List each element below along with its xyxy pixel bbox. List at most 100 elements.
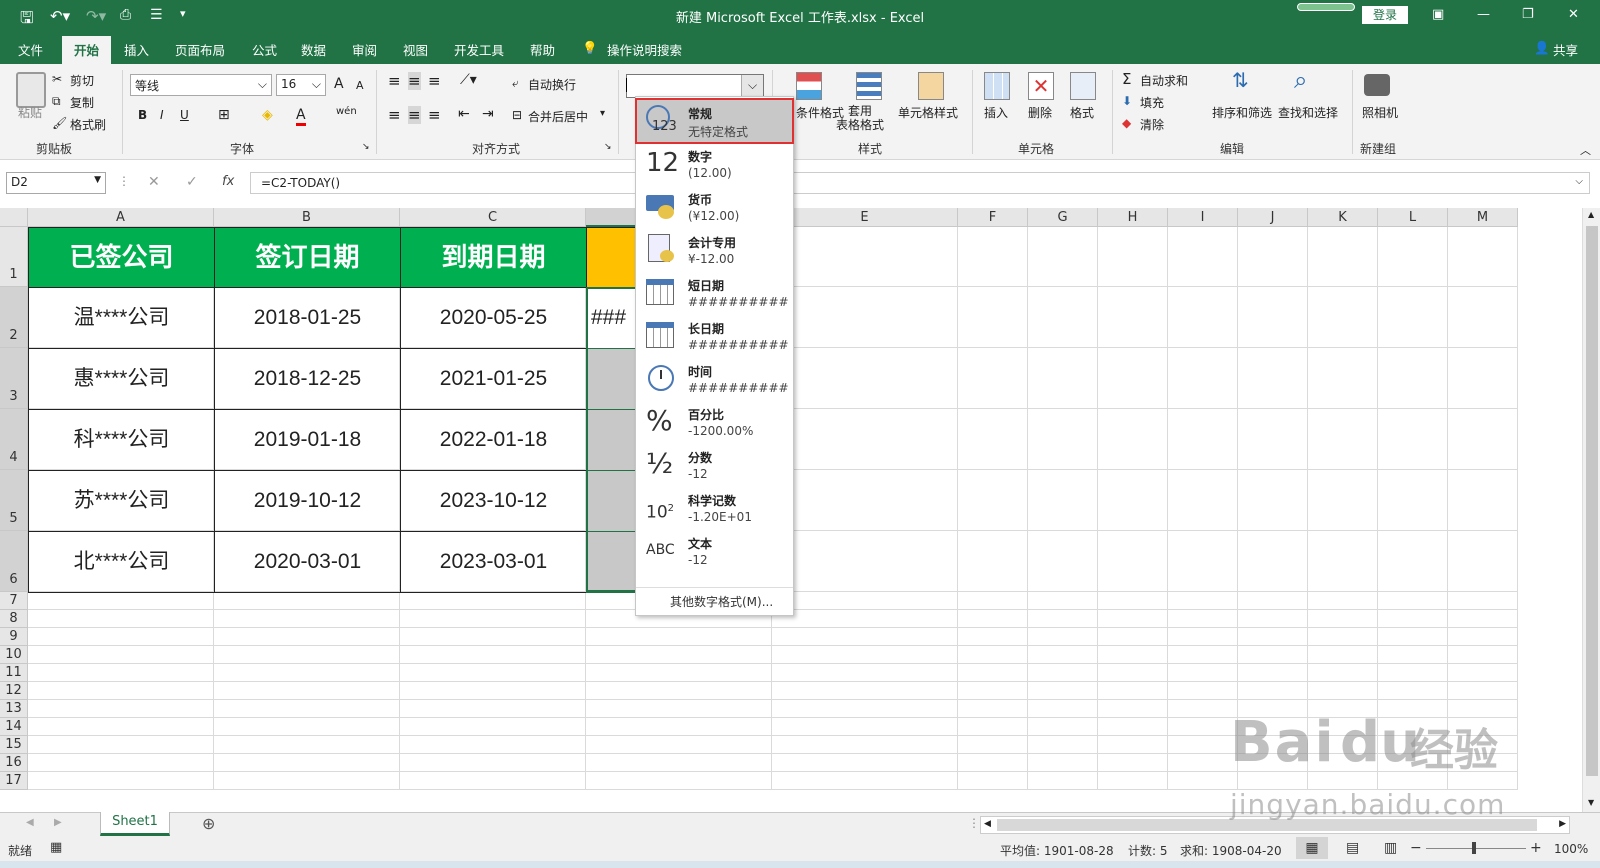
grid-cell[interactable]: [1378, 592, 1448, 610]
row-header-13[interactable]: 13: [0, 700, 28, 718]
grid-cell[interactable]: [772, 754, 958, 772]
grid-cell[interactable]: [1098, 592, 1168, 610]
camera-button[interactable]: 照相机: [1362, 104, 1398, 121]
clear-button[interactable]: 清除: [1140, 116, 1164, 133]
orientation-icon[interactable]: ⟋▾: [460, 72, 477, 88]
grid-cell[interactable]: [958, 754, 1028, 772]
font-size-dropdown[interactable]: 16 ⌵: [276, 74, 326, 96]
grid-cell[interactable]: [1238, 348, 1308, 409]
table-header-cell[interactable]: 到期日期: [400, 227, 587, 288]
grid-cell[interactable]: [1098, 227, 1168, 287]
zoom-slider[interactable]: [1426, 848, 1526, 849]
grid-cell[interactable]: [1028, 227, 1098, 287]
grid-cell[interactable]: [1168, 682, 1238, 700]
undo-icon[interactable]: ↶▾: [50, 7, 70, 25]
merge-center-button[interactable]: 合并后居中: [528, 108, 588, 125]
tab-data[interactable]: 数据: [301, 40, 326, 59]
grid-cell[interactable]: [958, 227, 1028, 287]
grid-cell[interactable]: [958, 287, 1028, 348]
formula-input[interactable]: =C2-TODAY() ⌵: [250, 172, 1590, 194]
column-header-G[interactable]: G: [1028, 208, 1098, 227]
grid-cell[interactable]: [1028, 348, 1098, 409]
grid-cell[interactable]: [1378, 610, 1448, 628]
grid-cell[interactable]: [1168, 592, 1238, 610]
grid-cell[interactable]: [1168, 772, 1238, 790]
print-preview-icon[interactable]: ⎙: [120, 7, 131, 23]
number-format-combobox[interactable]: ⌵: [626, 74, 764, 98]
grid-cell[interactable]: [214, 646, 400, 664]
conditional-format-icon[interactable]: [796, 72, 822, 100]
chevron-down-icon[interactable]: ⌵: [741, 75, 763, 97]
find-select-button[interactable]: 查找和选择: [1278, 104, 1338, 121]
sort-filter-icon[interactable]: ⇅: [1232, 68, 1249, 92]
ribbon-display-options-icon[interactable]: ▣: [1432, 7, 1444, 22]
fill-color-icon[interactable]: ◈: [262, 107, 273, 123]
grid-cell[interactable]: [772, 409, 958, 470]
grid-cell[interactable]: [586, 718, 772, 736]
grid-cell[interactable]: [772, 592, 958, 610]
grid-cell[interactable]: [1308, 470, 1378, 531]
add-sheet-icon[interactable]: ⊕: [202, 814, 215, 833]
grid-cell[interactable]: [772, 227, 958, 287]
grid-cell[interactable]: [1308, 628, 1378, 646]
grid-cell[interactable]: [1448, 287, 1518, 348]
grid-cell[interactable]: [28, 682, 214, 700]
grid-cell[interactable]: [1028, 592, 1098, 610]
grid-cell[interactable]: [1448, 646, 1518, 664]
grid-cell[interactable]: [1028, 628, 1098, 646]
tab-home[interactable]: 开始: [62, 36, 112, 64]
phonetic-icon[interactable]: wén: [336, 106, 357, 117]
sort-filter-button[interactable]: 排序和筛选: [1212, 104, 1272, 121]
grid-cell[interactable]: [772, 718, 958, 736]
save-icon[interactable]: 🖫: [20, 7, 34, 34]
table-cell[interactable]: 2022-01-18: [400, 409, 587, 471]
row-header-5[interactable]: 5: [0, 470, 28, 531]
number-format-option[interactable]: 12 数字 (12.00): [636, 142, 793, 186]
grid-cell[interactable]: [1098, 610, 1168, 628]
align-right-icon[interactable]: ≡: [428, 106, 441, 124]
grid-cell[interactable]: [1028, 772, 1098, 790]
column-header-H[interactable]: H: [1098, 208, 1168, 227]
grid-cell[interactable]: [1098, 700, 1168, 718]
grid-cell[interactable]: [28, 718, 214, 736]
tab-file[interactable]: 文件: [18, 40, 43, 59]
dialog-launcher-icon[interactable]: ↘: [604, 142, 612, 152]
insert-cells-button[interactable]: 插入: [984, 104, 1008, 121]
insert-function-icon[interactable]: fx: [222, 174, 234, 189]
grid-cell[interactable]: [1238, 531, 1308, 592]
grid-cell[interactable]: [1238, 610, 1308, 628]
grid-cell[interactable]: [586, 628, 772, 646]
table-cell[interactable]: 温****公司: [28, 287, 215, 349]
fill-button[interactable]: 填充: [1140, 94, 1164, 111]
grid-cell[interactable]: [1028, 531, 1098, 592]
grid-cell[interactable]: [1098, 754, 1168, 772]
grid-cell[interactable]: [1098, 531, 1168, 592]
grid-cell[interactable]: [1168, 754, 1238, 772]
grid-cell[interactable]: [400, 646, 586, 664]
grid-cell[interactable]: [1238, 409, 1308, 470]
grid-cell[interactable]: [214, 610, 400, 628]
grid-cell[interactable]: [28, 700, 214, 718]
grid-cell[interactable]: [772, 610, 958, 628]
grid-cell[interactable]: [28, 664, 214, 682]
row-header-10[interactable]: 10: [0, 646, 28, 664]
grid-cell[interactable]: [958, 700, 1028, 718]
align-center-icon[interactable]: ≡: [408, 106, 421, 124]
row-header-12[interactable]: 12: [0, 682, 28, 700]
column-header-K[interactable]: K: [1308, 208, 1378, 227]
delete-cells-button[interactable]: 删除: [1028, 104, 1052, 121]
grid-cell[interactable]: [1308, 610, 1378, 628]
grid-cell[interactable]: [1378, 628, 1448, 646]
dialog-launcher-icon[interactable]: ↘: [362, 142, 370, 152]
scroll-up-icon[interactable]: ▲: [1588, 210, 1594, 219]
grid-cell[interactable]: [1098, 646, 1168, 664]
grid-cell[interactable]: [958, 628, 1028, 646]
grid-cell[interactable]: [958, 610, 1028, 628]
grid-cell[interactable]: [772, 700, 958, 718]
grid-cell[interactable]: [1448, 628, 1518, 646]
grid-cell[interactable]: [1098, 409, 1168, 470]
grid-cell[interactable]: [1308, 287, 1378, 348]
autosum-button[interactable]: 自动求和: [1140, 72, 1188, 89]
grid-cell[interactable]: [1168, 628, 1238, 646]
scroll-down-icon[interactable]: ▼: [1588, 798, 1594, 807]
